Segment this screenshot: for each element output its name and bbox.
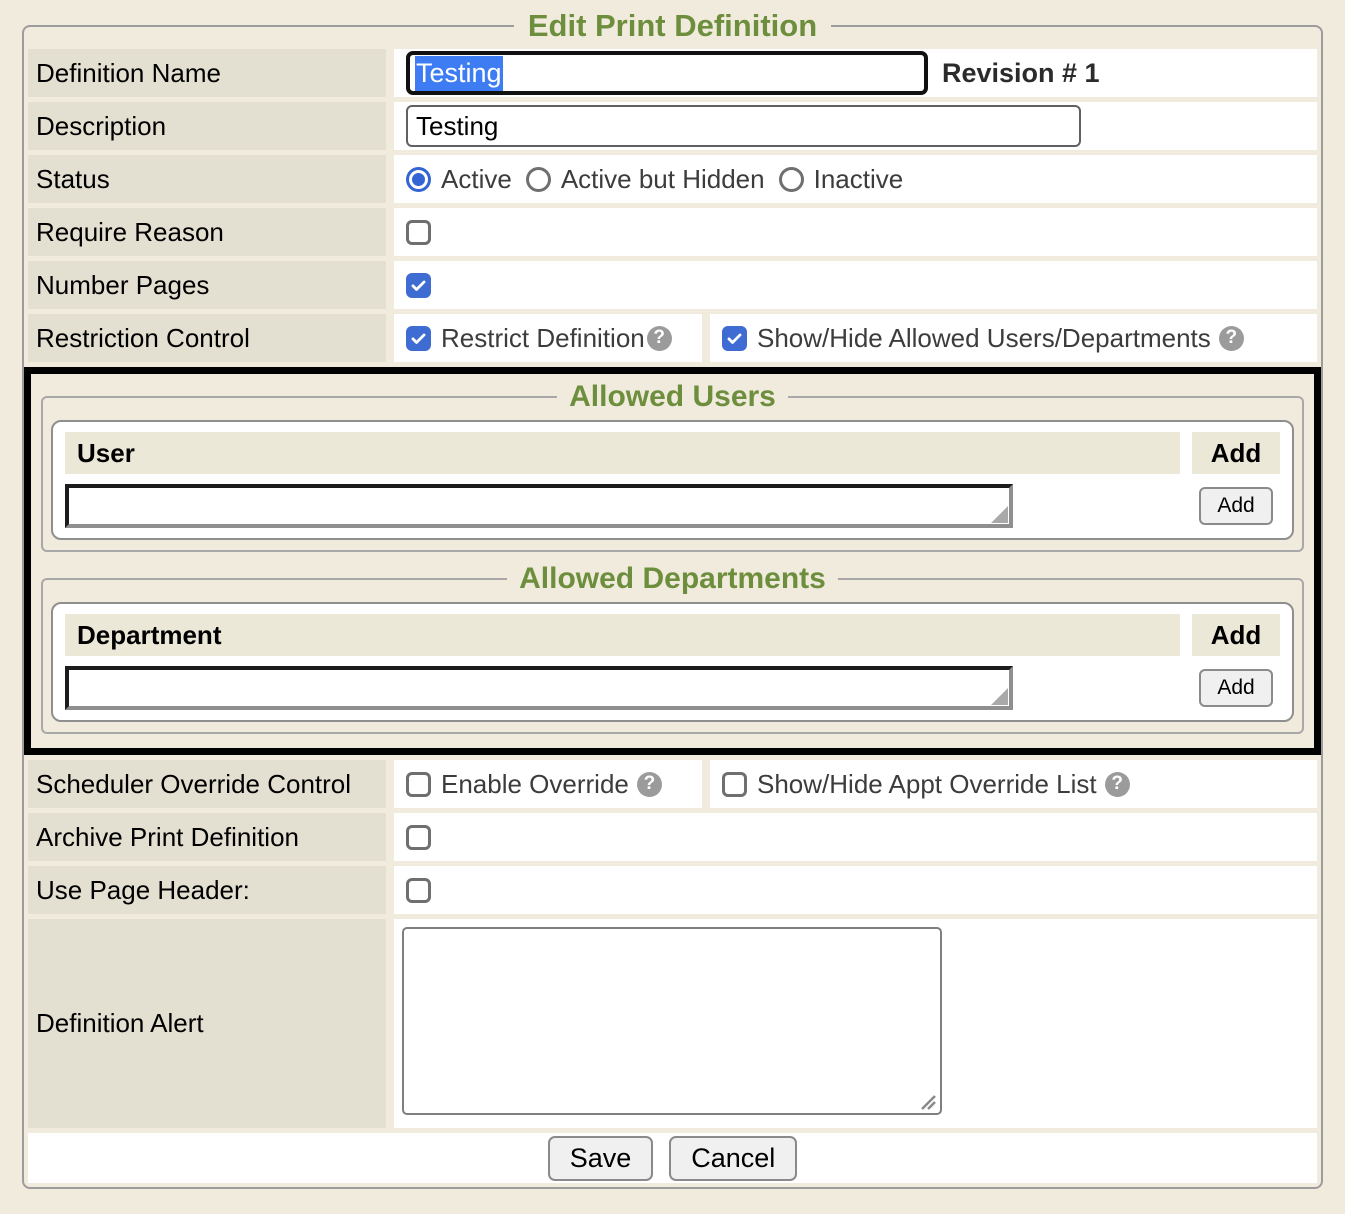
archive-row: Archive Print Definition <box>28 813 1317 861</box>
definition-alert-textarea[interactable] <box>402 927 942 1115</box>
show-hide-appt-label: Show/Hide Appt Override List <box>757 769 1097 800</box>
require-reason-content <box>394 208 1317 256</box>
description-input[interactable] <box>406 105 1081 147</box>
require-reason-label: Require Reason <box>28 208 386 256</box>
show-hide-users-label: Show/Hide Allowed Users/Departments <box>757 323 1211 354</box>
require-reason-row: Require Reason <box>28 208 1317 256</box>
restrict-definition-checkbox[interactable] <box>406 326 431 351</box>
save-button[interactable]: Save <box>548 1136 654 1181</box>
definition-name-value: Testing <box>415 56 503 91</box>
allowed-users-title: Allowed Users <box>557 380 788 414</box>
status-content: Active Active but Hidden Inactive <box>394 155 1317 203</box>
department-add-button[interactable]: Add <box>1199 669 1273 707</box>
status-option-active-but-hidden-label: Active but Hidden <box>561 164 765 195</box>
enable-override-help-icon[interactable]: ? <box>637 772 662 797</box>
show-hide-appt-help-icon[interactable]: ? <box>1105 772 1130 797</box>
definition-name-input[interactable]: Testing <box>406 51 928 95</box>
allowed-users-departments-section: Allowed Users User Add Add Allowed Depar… <box>24 367 1321 755</box>
allowed-departments-fieldset: Allowed Departments Department Add Add <box>41 562 1304 734</box>
cancel-button[interactable]: Cancel <box>669 1136 797 1181</box>
restrict-definition-cell: Restrict Definition ? <box>394 314 702 362</box>
description-label: Description <box>28 102 386 150</box>
allowed-departments-card: Department Add Add <box>51 602 1294 722</box>
scheduler-override-row: Scheduler Override Control Enable Overri… <box>28 760 1317 808</box>
allowed-users-fieldset: Allowed Users User Add Add <box>41 380 1304 552</box>
user-add-column-header: Add <box>1192 432 1280 474</box>
number-pages-content <box>394 261 1317 309</box>
user-select-wrap <box>65 484 1013 528</box>
status-option-active-label: Active <box>441 164 512 195</box>
definition-name-label: Definition Name <box>28 49 386 97</box>
revision-label: Revision # 1 <box>942 58 1100 89</box>
status-row: Status Active Active but Hidden Inactive <box>28 155 1317 203</box>
edit-print-definition-form: Edit Print Definition Definition Name Te… <box>22 8 1323 1189</box>
restrict-definition-help-icon[interactable]: ? <box>647 326 672 351</box>
description-content <box>394 102 1317 150</box>
number-pages-checkbox[interactable] <box>406 273 431 298</box>
status-option-inactive-label: Inactive <box>814 164 904 195</box>
use-page-header-row: Use Page Header: <box>28 866 1317 914</box>
department-add-column-header: Add <box>1192 614 1280 656</box>
show-hide-appt-checkbox[interactable] <box>722 772 747 797</box>
allowed-users-card: User Add Add <box>51 420 1294 540</box>
show-hide-users-cell: Show/Hide Allowed Users/Departments ? <box>710 314 1317 362</box>
user-select[interactable] <box>69 488 1009 524</box>
archive-content <box>394 813 1317 861</box>
show-hide-users-checkbox[interactable] <box>722 326 747 351</box>
user-add-button[interactable]: Add <box>1199 487 1273 525</box>
restrict-definition-label: Restrict Definition <box>441 323 645 354</box>
enable-override-label: Enable Override <box>441 769 629 800</box>
definition-alert-row: Definition Alert <box>28 919 1317 1128</box>
department-column-header: Department <box>65 614 1180 656</box>
use-page-header-checkbox[interactable] <box>406 878 431 903</box>
scheduler-override-content: Enable Override ? Show/Hide Appt Overrid… <box>394 760 1317 808</box>
status-label: Status <box>28 155 386 203</box>
user-column-header: User <box>65 432 1180 474</box>
enable-override-checkbox[interactable] <box>406 772 431 797</box>
restriction-control-label: Restriction Control <box>28 314 386 362</box>
archive-checkbox[interactable] <box>406 825 431 850</box>
restriction-control-row: Restriction Control Restrict Definition … <box>28 314 1317 362</box>
archive-label: Archive Print Definition <box>28 813 386 861</box>
number-pages-row: Number Pages <box>28 261 1317 309</box>
scheduler-override-label: Scheduler Override Control <box>28 760 386 808</box>
allowed-departments-title: Allowed Departments <box>507 562 838 596</box>
show-hide-users-help-icon[interactable]: ? <box>1219 326 1244 351</box>
definition-name-row: Definition Name Testing Revision # 1 <box>28 49 1317 97</box>
show-hide-appt-cell: Show/Hide Appt Override List ? <box>710 760 1317 808</box>
definition-alert-label: Definition Alert <box>28 919 386 1128</box>
department-select[interactable] <box>69 670 1009 706</box>
definition-alert-content <box>394 919 1317 1128</box>
description-row: Description <box>28 102 1317 150</box>
restriction-control-content: Restrict Definition ? Show/Hide Allowed … <box>394 314 1317 362</box>
status-radio-active[interactable] <box>406 167 431 192</box>
status-radio-active-but-hidden[interactable] <box>526 167 551 192</box>
number-pages-label: Number Pages <box>28 261 386 309</box>
page-title: Edit Print Definition <box>514 8 831 44</box>
enable-override-cell: Enable Override ? <box>394 760 702 808</box>
require-reason-checkbox[interactable] <box>406 220 431 245</box>
use-page-header-content <box>394 866 1317 914</box>
status-radio-inactive[interactable] <box>779 167 804 192</box>
definition-name-content: Testing Revision # 1 <box>394 49 1317 97</box>
use-page-header-label: Use Page Header: <box>28 866 386 914</box>
department-select-wrap <box>65 666 1013 710</box>
form-buttons-row: Save Cancel <box>28 1133 1317 1183</box>
